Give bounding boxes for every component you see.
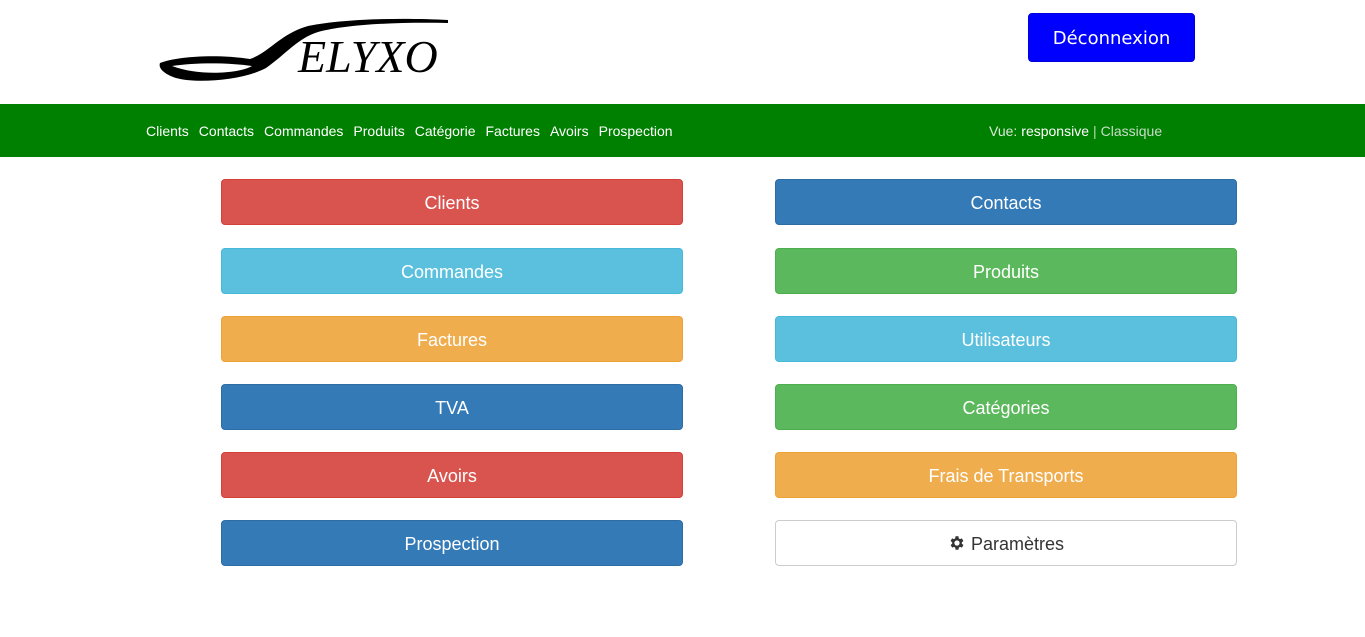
tile-utilisateurs-button[interactable]: Utilisateurs xyxy=(775,316,1237,362)
nav-link-commandes[interactable]: Commandes xyxy=(264,123,343,139)
view-responsive-link[interactable]: responsive xyxy=(1021,123,1089,139)
logout-button[interactable]: Déconnexion xyxy=(1028,13,1195,62)
nav-link-clients[interactable]: Clients xyxy=(146,123,189,139)
nav-link-prospection[interactable]: Prospection xyxy=(599,123,673,139)
tile-tva-button[interactable]: TVA xyxy=(221,384,683,430)
tile-factures-button[interactable]: Factures xyxy=(221,316,683,362)
tile-parametres-label: Paramètres xyxy=(970,534,1065,554)
navbar: Clients Contacts Commandes Produits Caté… xyxy=(0,104,1365,157)
tile-clients-button[interactable]: Clients xyxy=(221,179,683,225)
tile-prospection-button[interactable]: Prospection xyxy=(221,520,683,566)
header: ELYXO Déconnexion xyxy=(0,0,1365,104)
view-separator: | xyxy=(1092,122,1097,139)
logo: ELYXO xyxy=(159,18,448,82)
view-switch: Vue: responsive | Classique xyxy=(989,104,1162,157)
tile-frais-transports-button[interactable]: Frais de Transports xyxy=(775,452,1237,498)
tile-commandes-button[interactable]: Commandes xyxy=(221,248,683,294)
tile-categories-button[interactable]: Catégories xyxy=(775,384,1237,430)
nav-link-avoirs[interactable]: Avoirs xyxy=(550,123,589,139)
logo-text: ELYXO xyxy=(297,31,438,82)
nav-link-categorie[interactable]: Catégorie xyxy=(415,123,476,139)
nav-links: Clients Contacts Commandes Produits Caté… xyxy=(146,104,683,157)
nav-link-contacts[interactable]: Contacts xyxy=(199,123,254,139)
nav-link-produits[interactable]: Produits xyxy=(353,123,404,139)
tile-produits-button[interactable]: Produits xyxy=(775,248,1237,294)
tile-parametres-button[interactable]: Paramètres xyxy=(775,520,1237,566)
view-classique-link[interactable]: Classique xyxy=(1101,123,1162,139)
tile-contacts-button[interactable]: Contacts xyxy=(775,179,1237,225)
tile-avoirs-button[interactable]: Avoirs xyxy=(221,452,683,498)
nav-link-factures[interactable]: Factures xyxy=(485,123,539,139)
gear-icon xyxy=(950,536,964,550)
view-label: Vue: xyxy=(989,122,1018,139)
